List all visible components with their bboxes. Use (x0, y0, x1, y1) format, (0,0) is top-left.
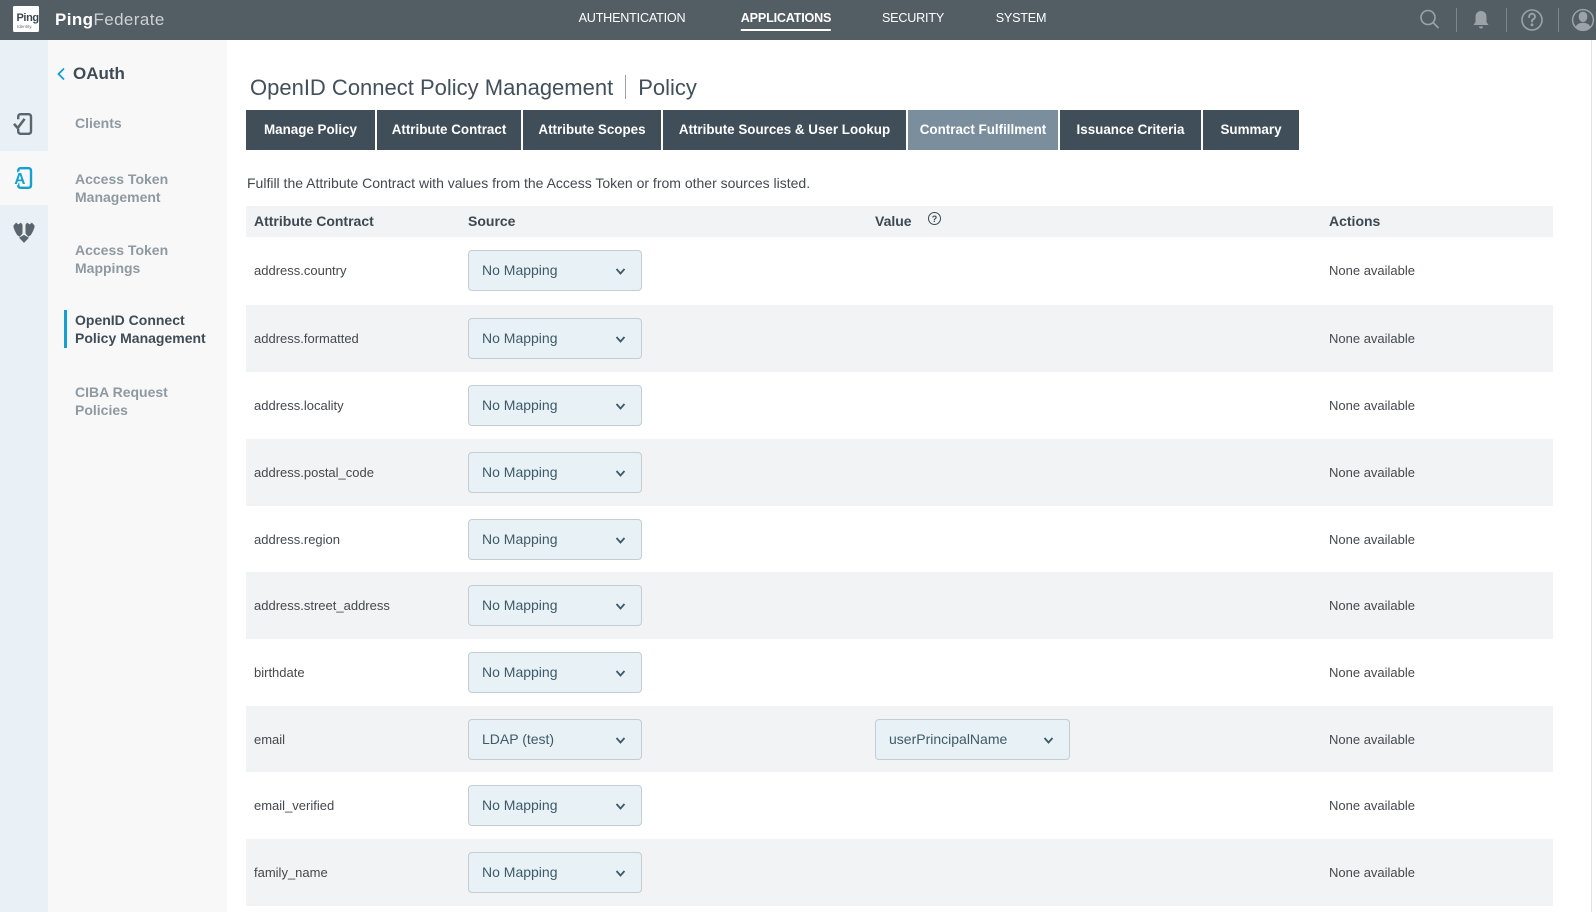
svg-text:A: A (14, 171, 25, 188)
